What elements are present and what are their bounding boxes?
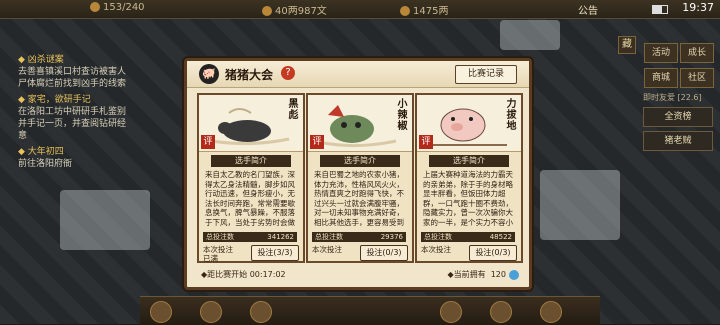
owned-currency: ◆当前拥有 120	[447, 269, 519, 280]
total-votes-label: 总投注数	[315, 233, 343, 241]
total-votes-label: 总投注数	[424, 233, 452, 241]
match-record-button[interactable]: 比赛记录	[455, 65, 517, 84]
quest-title[interactable]: ◆ 凶杀谜案	[18, 54, 133, 66]
silver-stat: 1475两	[400, 2, 448, 17]
shop-button[interactable]: 商城	[644, 68, 678, 88]
contestant-name: 力拔地	[504, 98, 515, 131]
contestant-portrait: 黑彪 评	[199, 95, 303, 152]
contestant-card: 力拔地 评 选手简介 上届大赛种道海法的力霸天的亲弟弟，除于手的身材略显丰胖看，…	[415, 93, 523, 263]
quest-desc: 在洛阳工坊中研研手札鉴别并手记一页，并查阅钻研经意	[18, 107, 127, 141]
bag-icon[interactable]	[150, 301, 172, 323]
growth-button[interactable]: 成长	[680, 43, 714, 63]
owned-amount: 120	[490, 270, 506, 279]
contestant-portrait: 小辣椒 评	[308, 95, 412, 152]
bio-header: 选手简介	[429, 155, 509, 167]
stamina-icon	[90, 2, 100, 12]
quest-desc: 去善喜镇溪口村查访被害人尸体腐烂前找到凶手的线索	[18, 67, 127, 89]
rating-badge: 评	[201, 135, 215, 149]
this-vote-label: 本次投注 已满	[203, 245, 233, 263]
map-icon[interactable]	[440, 301, 462, 323]
dialog-title: 猪猪大会	[225, 68, 274, 82]
contestant-bio: 上届大赛种道海法的力霸天的亲弟弟，除于手的身材略显丰胖看，但饭田体力超群，一口气…	[423, 170, 513, 228]
contestant-card: 黑彪 评 选手简介 来自太乙教的名门望族，深得太乙身法精髓，脚步如风行动迅速，但…	[197, 93, 305, 263]
total-votes-value: 29376	[380, 233, 403, 241]
contestant-card: 小辣椒 评 选手简介 来自巴蜀之地的农家小猪，体力充沛，性格风风火火，热情直爽之…	[306, 93, 414, 263]
ranking-list-item[interactable]: 全资榜	[643, 107, 713, 127]
vote-button[interactable]: 投注(0/3)	[469, 245, 517, 261]
total-votes-label: 总投注数	[206, 233, 234, 241]
vote-button[interactable]: 投注(0/3)	[360, 245, 408, 261]
rating-badge: 评	[419, 135, 433, 149]
announcement-button[interactable]: 公告	[578, 2, 598, 17]
quest-tracker[interactable]: ◆ 凶杀谜案 去善喜镇溪口村查访被害人尸体腐烂前找到凶手的线索 ◆ 家宅，欲研手…	[18, 54, 133, 174]
coin-icon	[262, 6, 272, 16]
dialog-header: 🐖 猪猪大会 ? 比赛记录	[187, 61, 529, 88]
total-votes-bar: 总投注数 341262	[203, 232, 297, 242]
contestant-bio: 来自太乙教的名门望族，深得太乙身法精髓，脚步如风行动迅速，但身形瘦小，无法长时间…	[205, 170, 295, 228]
character-icon[interactable]	[200, 301, 222, 323]
vote-button[interactable]: 投注(3/3)	[251, 245, 299, 261]
settings-icon[interactable]	[540, 301, 562, 323]
rating-badge: 评	[310, 135, 324, 149]
money-stat: 40两987文	[262, 2, 327, 17]
pig-race-dialog: 🐖 猪猪大会 ? 比赛记录 黑彪 评 选手简介 来自太乙教的名门望族，深得太乙身…	[184, 58, 532, 290]
snow-patch	[60, 190, 150, 250]
vote-status: 已满	[203, 254, 218, 263]
stamina-stat: 153/240	[90, 2, 145, 13]
snow-patch	[540, 170, 620, 240]
bottom-action-bar	[140, 296, 600, 325]
bio-header: 选手简介	[211, 155, 291, 167]
team-icon[interactable]	[490, 301, 512, 323]
contestant-name: 黑彪	[286, 98, 297, 120]
quest-title[interactable]: ◆ 家宅，欲研手记	[18, 94, 133, 106]
contestant-portrait: 力拔地 评	[417, 95, 521, 152]
bio-header: 选手简介	[320, 155, 400, 167]
coin-icon	[509, 269, 519, 280]
contestant-bio: 来自巴蜀之地的农家小猪，体力充沛，性格风风火火，热情直爽之时跑得飞快，不过兴头一…	[314, 170, 404, 228]
clock: 19:37	[682, 1, 714, 14]
total-votes-value: 341262	[267, 233, 294, 241]
total-votes-value: 48522	[489, 233, 512, 241]
snow-patch	[500, 20, 560, 50]
dialog-footer: ◆距比赛开始 00:17:02 ◆当前拥有 120	[187, 266, 529, 284]
right-menu: 活动 成长 商城 社区 即时友爱 [22.6] 全资榜 猪老贼	[643, 40, 715, 151]
hide-ui-button[interactable]: 藏	[618, 36, 636, 54]
total-votes-bar: 总投注数 48522	[421, 232, 515, 242]
activity-button[interactable]: 活动	[644, 43, 678, 63]
countdown: ◆距比赛开始 00:17:02	[201, 270, 286, 279]
this-vote-label: 本次投注	[421, 245, 451, 254]
total-votes-bar: 总投注数 29376	[312, 232, 406, 242]
top-status-bar: 153/240 40两987文 1475两 公告 19:37	[0, 0, 720, 19]
battery-icon	[652, 5, 668, 14]
this-vote-label: 本次投注	[312, 245, 342, 254]
silver-icon	[400, 6, 410, 16]
community-button[interactable]: 社区	[680, 68, 714, 88]
quest-desc: 前往洛阳府衙	[18, 159, 73, 169]
friendship-status: 即时友爱 [22.6]	[643, 93, 702, 102]
pig-logo-icon: 🐖	[199, 64, 219, 84]
skill-icon[interactable]	[250, 301, 272, 323]
contestant-name: 小辣椒	[395, 98, 406, 131]
ranking-list-item[interactable]: 猪老贼	[643, 131, 713, 151]
help-icon[interactable]: ?	[281, 66, 295, 80]
quest-title[interactable]: ◆ 大年初四	[18, 146, 133, 158]
